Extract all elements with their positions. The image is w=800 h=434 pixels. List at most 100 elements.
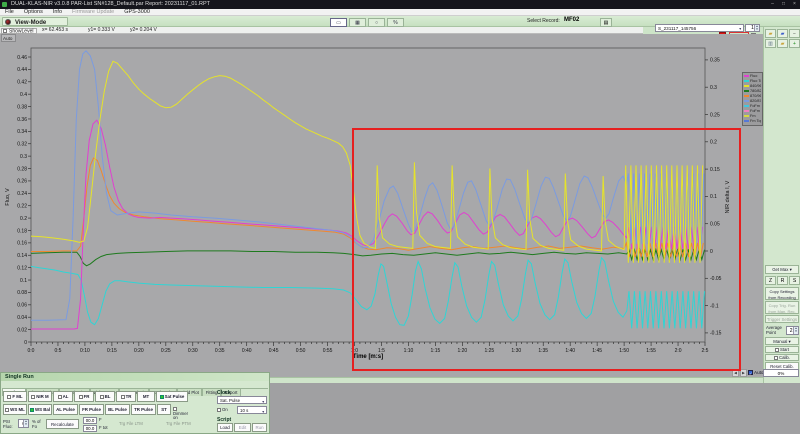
close-button[interactable]: × [789,0,800,9]
svg-text:0.22: 0.22 [17,203,27,209]
svg-text:0.44: 0.44 [17,67,27,73]
svg-text:0.18: 0.18 [17,228,27,234]
svg-text:0.36: 0.36 [17,117,27,123]
clock-mode-dropdown[interactable]: Sat. Pulse▼ [217,396,267,404]
file-index-spinner[interactable]: 1 ▲▼ [745,24,760,32]
clock-on-checkbox[interactable]: On [217,408,228,413]
legend-label: 870/965 [750,94,761,98]
button-label: FR Pulse [82,407,101,412]
show-level-toggle[interactable]: ShowLevel [1,28,37,34]
psi-fluo-spinner[interactable]: 0▲▼ [18,419,29,428]
window-title: DUAL-KLAS-NIR v3.0.8 PAR-List SN#128_Def… [11,0,210,9]
view-mode-label: View-Mode [15,19,46,27]
auto-advance-checkbox[interactable]: ✓Auto [748,369,763,377]
button-label: FR [84,394,90,399]
record-list-button[interactable]: ▤ [600,18,612,27]
calib-checkbox[interactable]: Calib. [765,354,799,361]
button-mt[interactable]: MT [137,391,155,402]
remove-record-icon[interactable]: − [789,29,800,38]
export-record-icon[interactable]: ▰ [777,39,788,48]
legend-label: 780/820 [750,89,761,93]
percent-view-icon[interactable]: % [387,18,404,27]
clock-interval-dropdown[interactable]: 10 s▼ [237,406,267,414]
show-level-checkbox[interactable] [3,29,7,33]
svg-text:0.06: 0.06 [17,303,27,309]
checkbox-icon [30,408,34,412]
svg-text:0.46: 0.46 [17,55,27,61]
start-checkbox[interactable]: Start [765,346,799,353]
button-tr[interactable]: TR [116,391,136,402]
menu-item-options[interactable]: Options [19,9,48,16]
cursor-y1-readout: y1= 0.333 V [88,27,115,34]
menu-item-firmware-update[interactable]: Firmware Update [67,9,119,16]
dimmer-on-checkbox[interactable]: Dimmer on [173,407,188,421]
view-mode-button[interactable]: View-Mode [2,17,68,26]
add-record-icon[interactable]: + [789,39,800,48]
script-edit-button[interactable]: Edit [234,423,251,432]
get-max-button[interactable]: Get Max ▾ [765,265,799,274]
checkbox-icon [121,395,125,399]
spinner-arrows-icon[interactable]: ▲▼ [754,25,759,31]
zrs-button-s[interactable]: S [789,276,800,285]
menu-item-gps-3000[interactable]: GPS-3000 [119,9,155,16]
button-label: AL Pulse [56,407,75,412]
svg-text:0.28: 0.28 [17,166,27,172]
button-sat-pulse[interactable]: Sat Pulse [156,391,188,402]
file-select-dropdown[interactable]: S_231117_145756 ▼ [655,24,744,32]
menu-bar: FileOptionsInfoFirmware UpdateGPS-3000 [0,9,800,16]
table-view-icon[interactable]: ▦ [349,18,366,27]
single-run-title[interactable]: Single Run [1,373,269,381]
trigger-settings-button[interactable]: Trigger Settings [765,315,799,323]
spinner-arrows-icon[interactable]: ▲▼ [793,327,798,334]
copy-settings-button[interactable]: Copy Settings from Recording [765,287,799,300]
svg-text:0.14: 0.14 [17,253,27,259]
button-label: WS ML [10,407,25,412]
button-label: AL [63,394,69,399]
button-label: ST [161,407,167,412]
svg-text:0.1: 0.1 [20,278,27,284]
button-f-ml[interactable]: F ML [3,391,27,402]
record-view-icon[interactable]: ○ [368,18,385,27]
button-label: TR [126,394,132,399]
svg-text:0.08: 0.08 [17,290,27,296]
bottom-empty-area [270,383,800,434]
button-ws-bal[interactable]: WS Bal [28,404,52,415]
legend-label: FoFm [750,104,760,108]
button-ws-ml[interactable]: WS ML [3,404,27,415]
zrs-button-z[interactable]: Z [765,276,776,285]
legend-swatch [744,80,749,82]
button-st[interactable]: ST [157,404,171,415]
save-record-icon[interactable]: ▰ [777,29,788,38]
button-fr[interactable]: FR [74,391,94,402]
zrs-button-r[interactable]: R [777,276,788,285]
svg-text:0.3: 0.3 [710,85,717,91]
report-icon[interactable]: ▥ [765,39,776,48]
script-load-button[interactable]: Load [217,423,233,432]
open-record-icon[interactable]: ▰ [765,29,776,38]
recalculate-button[interactable]: Recalculate [46,419,79,429]
button-al[interactable]: AL [53,391,73,402]
script-run-button[interactable]: Run [252,423,267,432]
select-record-value[interactable]: MF02 [564,17,579,23]
svg-text:0.12: 0.12 [17,265,27,271]
manual-mode-dropdown[interactable]: Manual ▾ [765,337,799,345]
menu-item-file[interactable]: File [0,9,19,16]
maximize-button[interactable]: □ [778,0,789,9]
button-al-pulse[interactable]: AL Pulse [53,404,78,415]
menu-item-info[interactable]: Info [48,9,67,16]
svg-text:0:5: 0:5 [54,348,61,354]
show-level-label: ShowLevel [9,28,33,34]
button-bl[interactable]: BL [95,391,115,402]
copy-trig-run-button[interactable]: Copy Trig. Run from Man. Rec. [765,301,799,314]
button-bl-pulse[interactable]: BL Pulse [105,404,130,415]
svg-text:0:0: 0:0 [28,348,35,354]
chart-view-icon[interactable]: ▭ [330,18,347,27]
spinner-arrows-icon[interactable]: ▲▼ [23,420,28,427]
average-point-spinner[interactable]: 21 ▲▼ [786,326,799,335]
button-fr-pulse[interactable]: FR Pulse [79,404,104,415]
button-tr-pulse[interactable]: TR Pulse [131,404,156,415]
checkbox-icon [160,395,164,399]
minimize-button[interactable]: – [767,0,778,9]
button-nir-m[interactable]: NIR M [28,391,52,402]
next-record-button[interactable]: ▶ [740,369,747,377]
